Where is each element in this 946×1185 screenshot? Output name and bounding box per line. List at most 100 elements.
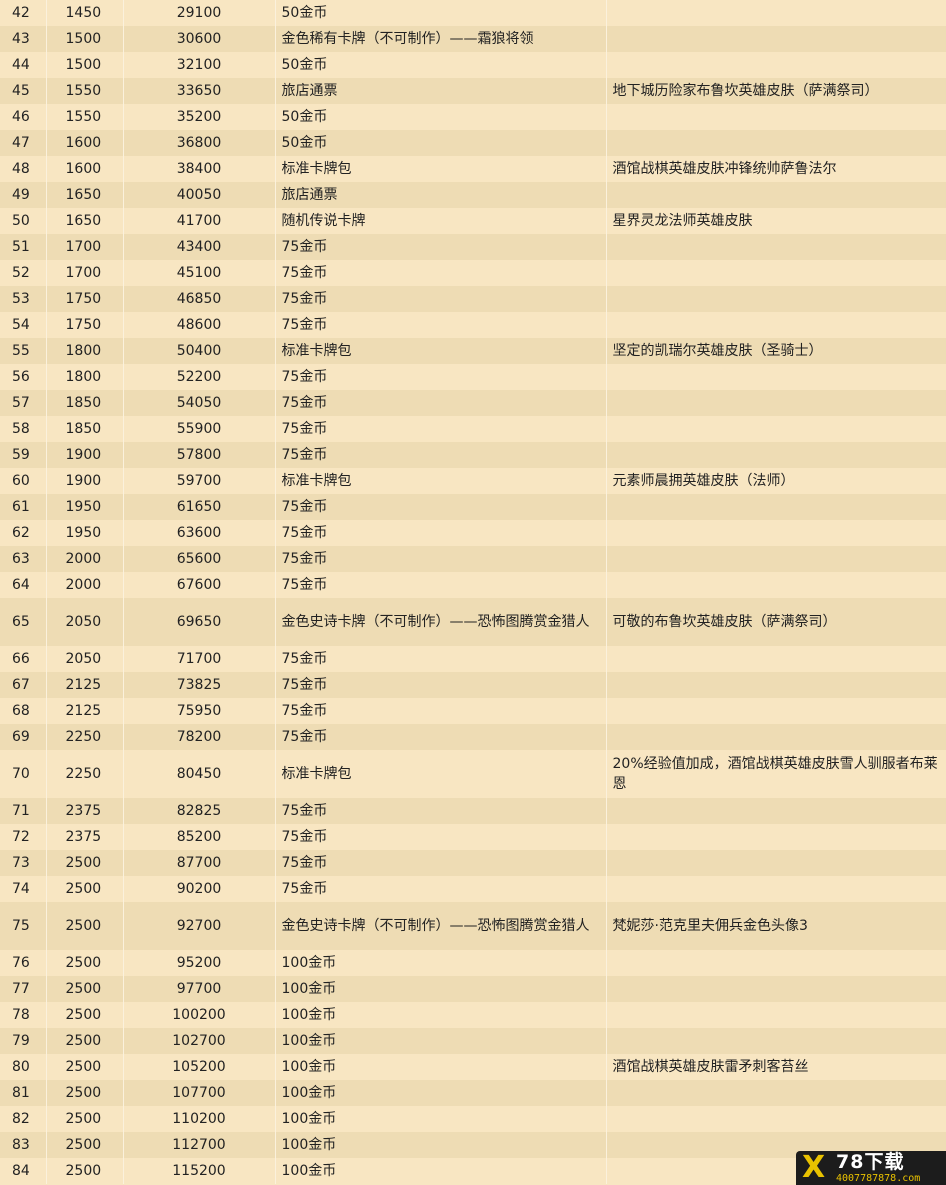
reward-cell: 75金币 [275, 546, 607, 572]
xp-cell: 2500 [46, 902, 124, 950]
watermark-logo-mark: X [802, 1150, 826, 1185]
table-row: 69 2250 78200 75金币 [0, 724, 946, 750]
table-row: 72 2375 85200 75金币 [0, 824, 946, 850]
xp-cell: 1650 [46, 208, 124, 234]
total-xp-cell: 38400 [123, 156, 276, 182]
reward-cell: 100金币 [275, 1106, 607, 1132]
level-cell: 74 [0, 876, 47, 902]
level-cell: 54 [0, 312, 47, 338]
extra-reward-cell [606, 976, 946, 1002]
reward-cell: 75金币 [275, 876, 607, 902]
total-xp-cell: 46850 [123, 286, 276, 312]
reward-cell: 100金币 [275, 976, 607, 1002]
extra-reward-cell [606, 1002, 946, 1028]
xp-cell: 2375 [46, 798, 124, 824]
xp-cell: 2500 [46, 850, 124, 876]
level-cell: 71 [0, 798, 47, 824]
table-row: 68 2125 75950 75金币 [0, 698, 946, 724]
extra-reward-cell [606, 494, 946, 520]
table-row: 79 2500 102700 100金币 [0, 1028, 946, 1054]
xp-cell: 1800 [46, 338, 124, 364]
reward-cell: 金色史诗卡牌（不可制作）——恐怖图腾赏金猎人 [275, 598, 607, 646]
level-cell: 57 [0, 390, 47, 416]
extra-reward-cell: 星界灵龙法师英雄皮肤 [606, 208, 946, 234]
table-row: 59 1900 57800 75金币 [0, 442, 946, 468]
reward-cell: 50金币 [275, 0, 607, 26]
level-cell: 46 [0, 104, 47, 130]
reward-cell: 75金币 [275, 520, 607, 546]
total-xp-cell: 107700 [123, 1080, 276, 1106]
extra-reward-cell [606, 390, 946, 416]
extra-reward-cell [606, 26, 946, 52]
level-cell: 49 [0, 182, 47, 208]
level-cell: 72 [0, 824, 47, 850]
extra-reward-cell [606, 850, 946, 876]
total-xp-cell: 54050 [123, 390, 276, 416]
total-xp-cell: 92700 [123, 902, 276, 950]
extra-reward-cell [606, 1080, 946, 1106]
total-xp-cell: 80450 [123, 750, 276, 798]
extra-reward-cell [606, 52, 946, 78]
table-row: 70 2250 80450 标准卡牌包 20%经验值加成，酒馆战棋英雄皮肤雪人驯服者布莱… [0, 750, 946, 798]
xp-cell: 2500 [46, 1028, 124, 1054]
reward-cell: 75金币 [275, 364, 607, 390]
table-row: 49 1650 40050 旅店通票 [0, 182, 946, 208]
level-cell: 75 [0, 902, 47, 950]
level-cell: 55 [0, 338, 47, 364]
reward-cell: 金色史诗卡牌（不可制作）——恐怖图腾赏金猎人 [275, 902, 607, 950]
table-row: 71 2375 82825 75金币 [0, 798, 946, 824]
total-xp-cell: 52200 [123, 364, 276, 390]
table-row: 81 2500 107700 100金币 [0, 1080, 946, 1106]
xp-cell: 1900 [46, 442, 124, 468]
level-cell: 76 [0, 950, 47, 976]
xp-cell: 2050 [46, 646, 124, 672]
total-xp-cell: 69650 [123, 598, 276, 646]
total-xp-cell: 40050 [123, 182, 276, 208]
reward-cell: 标准卡牌包 [275, 468, 607, 494]
reward-cell: 100金币 [275, 1054, 607, 1080]
level-cell: 44 [0, 52, 47, 78]
xp-cell: 1850 [46, 416, 124, 442]
xp-cell: 2125 [46, 672, 124, 698]
total-xp-cell: 63600 [123, 520, 276, 546]
reward-cell: 75金币 [275, 442, 607, 468]
table-row: 74 2500 90200 75金币 [0, 876, 946, 902]
xp-cell: 1800 [46, 364, 124, 390]
level-cell: 43 [0, 26, 47, 52]
reward-cell: 标准卡牌包 [275, 338, 607, 364]
xp-cell: 1750 [46, 286, 124, 312]
reward-cell: 旅店通票 [275, 182, 607, 208]
level-cell: 81 [0, 1080, 47, 1106]
xp-cell: 2500 [46, 1132, 124, 1158]
total-xp-cell: 33650 [123, 78, 276, 104]
reward-cell: 75金币 [275, 494, 607, 520]
total-xp-cell: 71700 [123, 646, 276, 672]
reward-cell: 75金币 [275, 234, 607, 260]
table-row: 47 1600 36800 50金币 [0, 130, 946, 156]
xp-cell: 2000 [46, 546, 124, 572]
reward-cell: 旅店通票 [275, 78, 607, 104]
table-row: 60 1900 59700 标准卡牌包 元素师晨拥英雄皮肤（法师） [0, 468, 946, 494]
xp-cell: 1500 [46, 52, 124, 78]
extra-reward-cell [606, 698, 946, 724]
level-cell: 64 [0, 572, 47, 598]
extra-reward-cell [606, 798, 946, 824]
table-row: 64 2000 67600 75金币 [0, 572, 946, 598]
reward-cell: 75金币 [275, 312, 607, 338]
table-row: 77 2500 97700 100金币 [0, 976, 946, 1002]
table-row: 56 1800 52200 75金币 [0, 364, 946, 390]
xp-cell: 2500 [46, 976, 124, 1002]
level-cell: 63 [0, 546, 47, 572]
extra-reward-cell: 酒馆战棋英雄皮肤雷矛刺客苔丝 [606, 1054, 946, 1080]
table-row: 46 1550 35200 50金币 [0, 104, 946, 130]
table-row: 54 1750 48600 75金币 [0, 312, 946, 338]
xp-cell: 1550 [46, 104, 124, 130]
reward-cell: 100金币 [275, 1158, 607, 1184]
level-cell: 59 [0, 442, 47, 468]
reward-cell: 100金币 [275, 1080, 607, 1106]
extra-reward-cell [606, 546, 946, 572]
reward-cell: 标准卡牌包 [275, 750, 607, 798]
level-cell: 60 [0, 468, 47, 494]
extra-reward-cell [606, 824, 946, 850]
level-cell: 50 [0, 208, 47, 234]
